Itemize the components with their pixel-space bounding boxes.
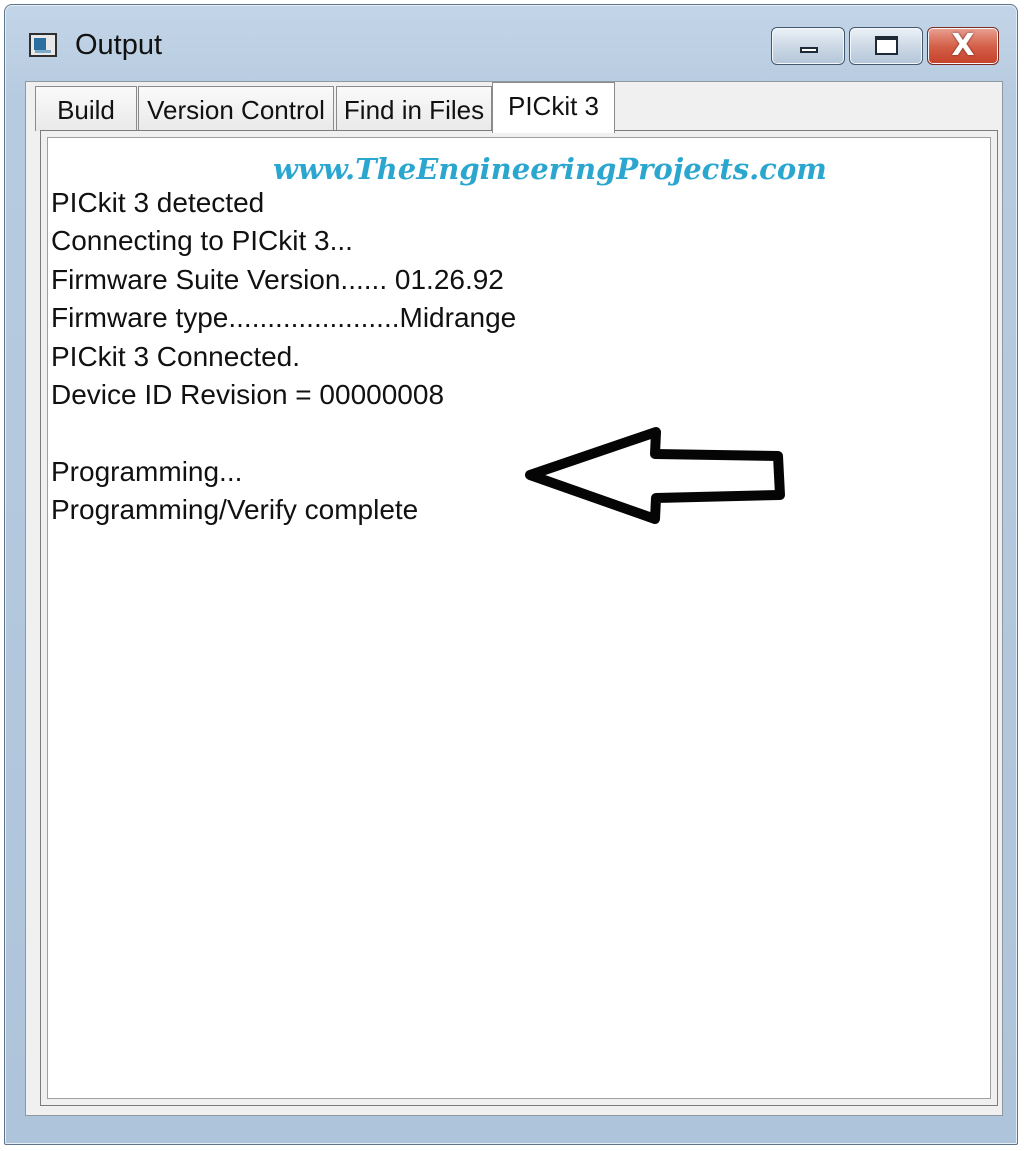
tab-find-in-files[interactable]: Find in Files xyxy=(336,86,492,131)
tab-control: Build Version Control Find in Files PICk… xyxy=(25,81,1003,1116)
log-line: PICkit 3 Connected. xyxy=(51,340,301,372)
output-window: Output X Build Version Control Find in F… xyxy=(4,4,1018,1145)
maximize-icon xyxy=(875,36,898,55)
log-line: Connecting to PICkit 3... xyxy=(51,225,353,257)
close-button[interactable]: X xyxy=(927,27,999,65)
log-line: PICkit 3 detected xyxy=(51,187,265,218)
watermark-text: www.TheEngineeringProjects.com xyxy=(273,152,827,186)
window-bottom-border xyxy=(5,1128,1017,1144)
log-line: Programming... xyxy=(51,455,243,487)
log-line: Device ID Revision = 00000008 xyxy=(51,379,445,411)
output-pane: www.TheEngineeringProjects.com PICkit 3 … xyxy=(40,130,998,1106)
maximize-button[interactable] xyxy=(849,27,923,65)
log-line: Firmware type......................Midra… xyxy=(51,302,517,334)
close-icon: X xyxy=(951,28,975,63)
tab-version-control[interactable]: Version Control xyxy=(138,86,334,131)
output-window-icon xyxy=(29,33,57,57)
log-line: Firmware Suite Version...... 01.26.92 xyxy=(51,263,504,295)
log-line: Programming/Verify complete xyxy=(51,494,419,526)
tab-pickit-3[interactable]: PICkit 3 xyxy=(492,82,615,133)
minimize-icon xyxy=(800,47,818,53)
minimize-button[interactable] xyxy=(771,27,845,65)
log-lines: PICkit 3 detected Connecting to PICkit 3… xyxy=(51,184,516,530)
title-bar[interactable]: Output X xyxy=(5,5,1017,81)
output-text-area[interactable]: www.TheEngineeringProjects.com PICkit 3 … xyxy=(47,137,991,1099)
window-title: Output xyxy=(75,29,163,61)
left-arrow-icon xyxy=(525,427,785,524)
tab-build[interactable]: Build xyxy=(35,86,137,131)
